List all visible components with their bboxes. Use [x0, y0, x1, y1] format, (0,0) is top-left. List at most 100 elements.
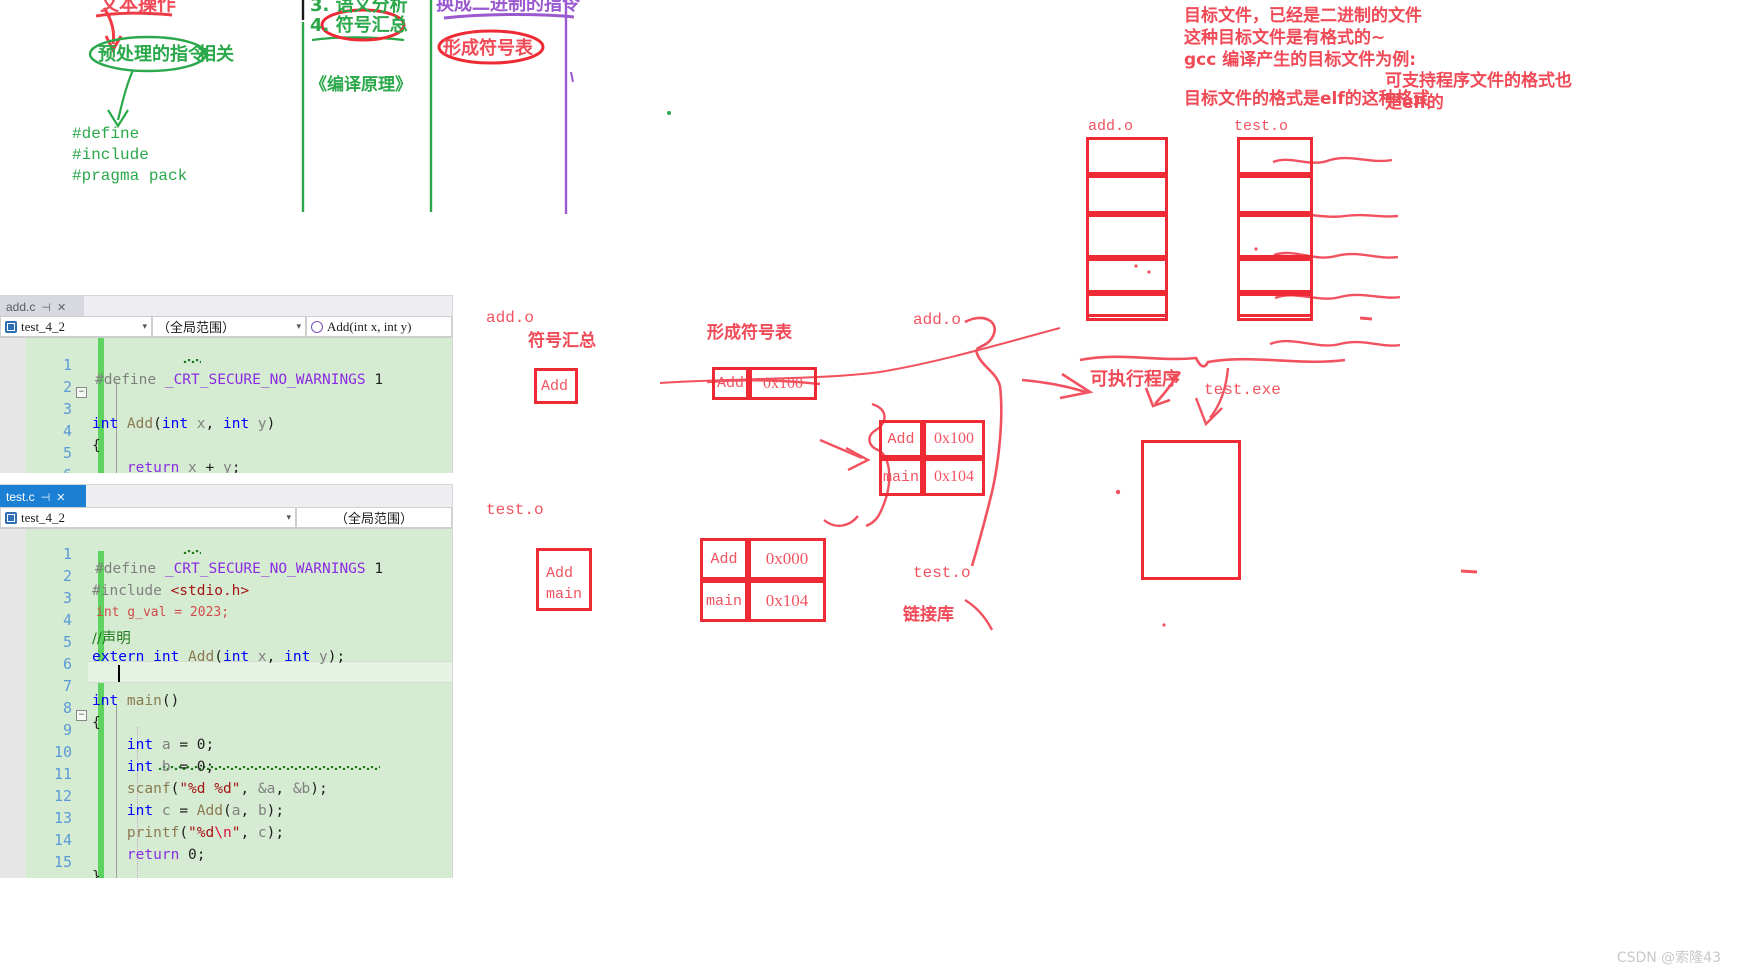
project-combo-test-c[interactable]: test_4_2 ▾ — [0, 507, 296, 528]
addo-table-addr: 0x100 — [763, 374, 803, 392]
addo-table-name: Add — [716, 375, 744, 392]
code-line: 6 — [0, 639, 452, 673]
note-executable-format-l2: 是elf的 — [1385, 93, 1444, 113]
addo-table-name-cell: Add — [712, 367, 749, 400]
linker-label-test-o: test.o — [486, 501, 544, 519]
testo-addr-1: 0x104 — [765, 591, 809, 610]
testo-name-0: Add — [710, 550, 738, 568]
code-line: 2 #include <stdio.h> — [0, 551, 452, 599]
testo-table-r0-name: Add — [700, 538, 748, 580]
code-line: 3 int Add(int x, int y) — [0, 384, 452, 432]
code-line: 8 { — [0, 683, 452, 731]
editor-pane-test-c[interactable]: test.c ⊣ ✕ test_4_2 ▾ （全局范围） − 1 #define… — [0, 485, 452, 878]
note-preprocess-directive: 预处理的指令 — [98, 44, 206, 65]
elf-section-test-o-3 — [1237, 214, 1313, 258]
tab-test-c[interactable]: test.c ⊣ ✕ — [0, 485, 86, 507]
merged-table-r0-addr: 0x100 — [923, 420, 985, 458]
label-executable-program: 可执行程序 — [1090, 369, 1180, 390]
project-name: test_4_2 — [21, 318, 66, 334]
note-object-file-has-format: 这种目标文件是有格式的~ — [1184, 28, 1386, 48]
chevron-down-icon[interactable]: ▾ — [290, 321, 301, 332]
testo-symbol-main: main — [546, 586, 583, 603]
code-line: 6 } — [0, 450, 452, 473]
code-line: 4 //声明 — [0, 595, 452, 647]
elf-section-add-o-3 — [1086, 214, 1168, 258]
code-line: 9 int a = 0; — [0, 705, 452, 753]
directive-pragma-pack: #pragma pack — [72, 167, 188, 185]
code-line: 5 extern int Add(int x, int y); — [0, 617, 452, 665]
elf-section-add-o-5 — [1086, 293, 1168, 321]
project-name: test_4_2 — [21, 509, 66, 525]
callout-add-o: add.o — [913, 311, 962, 329]
testo-table-r0-addr: 0x000 — [748, 538, 826, 580]
navbar-test-c: test_4_2 ▾ （全局范围） — [0, 507, 452, 529]
note-gcc-example: gcc 编译产生的目标文件为例: — [1184, 50, 1417, 70]
merged-table-r1-name: main — [879, 458, 923, 496]
note-preprocess-suffix: 相关 — [198, 44, 234, 65]
pin-icon[interactable]: ⊣ — [41, 491, 51, 504]
tab-add-c-label: add.c — [6, 300, 36, 314]
code-area-add-c[interactable]: − 1 #define _CRT_SECURE_NO_WARNINGS 1 2 … — [0, 338, 452, 473]
elf-section-test-o-2 — [1237, 175, 1313, 214]
code-line: 12 int c = Add(a, b); — [0, 771, 452, 819]
linker-label-add-o: add.o — [486, 309, 535, 327]
directive-include: #include — [72, 146, 149, 164]
scope-combo-test-c[interactable]: （全局范围） — [296, 507, 452, 528]
code-line: 11 scanf("%d %d", &a, &b); — [0, 749, 452, 797]
addo-table-addr-cell: 0x100 — [749, 367, 817, 400]
code-line: 15 } — [0, 837, 452, 878]
tab-add-c[interactable]: add.c ⊣ ✕ — [0, 296, 84, 316]
scope-combo-add-c[interactable]: （全局范围） ▾ — [152, 316, 306, 337]
merged-name-0: Add — [887, 430, 915, 448]
heading-symbol-summary: 符号汇总 — [528, 331, 596, 351]
elf-section-add-o-2 — [1086, 175, 1168, 214]
navbar-add-c: test_4_2 ▾ （全局范围） ▾ Add(int x, int y) — [0, 316, 452, 338]
testo-name-1: main — [705, 592, 742, 610]
code-line: 5 return x + y; — [0, 428, 452, 473]
pin-icon[interactable]: ⊣ — [41, 301, 51, 314]
project-combo-add-c[interactable]: test_4_2 ▾ — [0, 316, 152, 337]
code-line: 4 { — [0, 406, 452, 454]
elf-section-test-o-1 — [1237, 137, 1313, 175]
code-line: 13 printf("%d\n", c); — [0, 793, 452, 841]
tab-test-c-label: test.c — [6, 490, 35, 504]
method-icon — [311, 320, 323, 333]
merged-addr-0: 0x100 — [934, 430, 974, 447]
testo-table-r1-name: main — [700, 580, 748, 622]
member-combo-add-c[interactable]: Add(int x, int y) — [306, 316, 452, 337]
code-area-test-c[interactable]: − 1 #define _CRT_SECURE_NO_WARNINGS 1 2 … — [0, 529, 452, 878]
line-text: } — [92, 869, 101, 878]
line-number: 15 — [53, 853, 72, 871]
line-number: 6 — [26, 466, 72, 473]
code-line: 3 int g_val = 2023; — [0, 573, 452, 620]
code-line: 7 int main() — [0, 661, 452, 709]
elf-label-add-o: add.o — [1088, 118, 1134, 135]
note-form-symbol-table-top: 形成符号表 — [443, 38, 533, 59]
merged-addr-1: 0x104 — [934, 468, 974, 485]
merged-table-r0-name: Add — [879, 420, 923, 458]
chevron-down-icon[interactable]: ▾ — [280, 512, 291, 523]
editor-pane-add-c[interactable]: add.c ⊣ ✕ test_4_2 ▾ （全局范围） ▾ Add(int x,… — [0, 296, 452, 473]
directive-define: #define — [72, 125, 140, 143]
member-name: Add(int x, int y) — [327, 318, 412, 334]
addo-symbol-add: Add — [541, 378, 569, 395]
project-icon — [5, 511, 17, 524]
testo-symbol-add: Add — [546, 565, 574, 582]
close-icon[interactable]: ✕ — [57, 301, 66, 314]
elf-section-add-o-4 — [1086, 258, 1168, 293]
note-text-operation: 文本操作 — [100, 0, 177, 15]
note-symbol-summary: 4. 符号汇总 — [310, 15, 408, 36]
note-to-binary-instructions: 换成二进制的指令 — [436, 0, 580, 15]
tabstrip-test-c: test.c ⊣ ✕ — [0, 485, 452, 507]
note-executable-format-l1: 可支持程序文件的格式也 — [1385, 71, 1572, 91]
close-icon[interactable]: ✕ — [56, 491, 65, 504]
elf-section-test-o-4 — [1237, 258, 1313, 293]
note-object-file-binary: 目标文件，已经是二进制的文件 — [1184, 6, 1422, 26]
code-line: 2 — [0, 362, 452, 396]
project-icon — [5, 320, 17, 333]
scope-name: （全局范围） — [334, 511, 413, 526]
chevron-down-icon[interactable]: ▾ — [136, 321, 147, 332]
scope-name: （全局范围） — [157, 320, 236, 335]
tabstrip-add-c: add.c ⊣ ✕ — [0, 296, 452, 316]
testo-table-r1-addr: 0x104 — [748, 580, 826, 622]
